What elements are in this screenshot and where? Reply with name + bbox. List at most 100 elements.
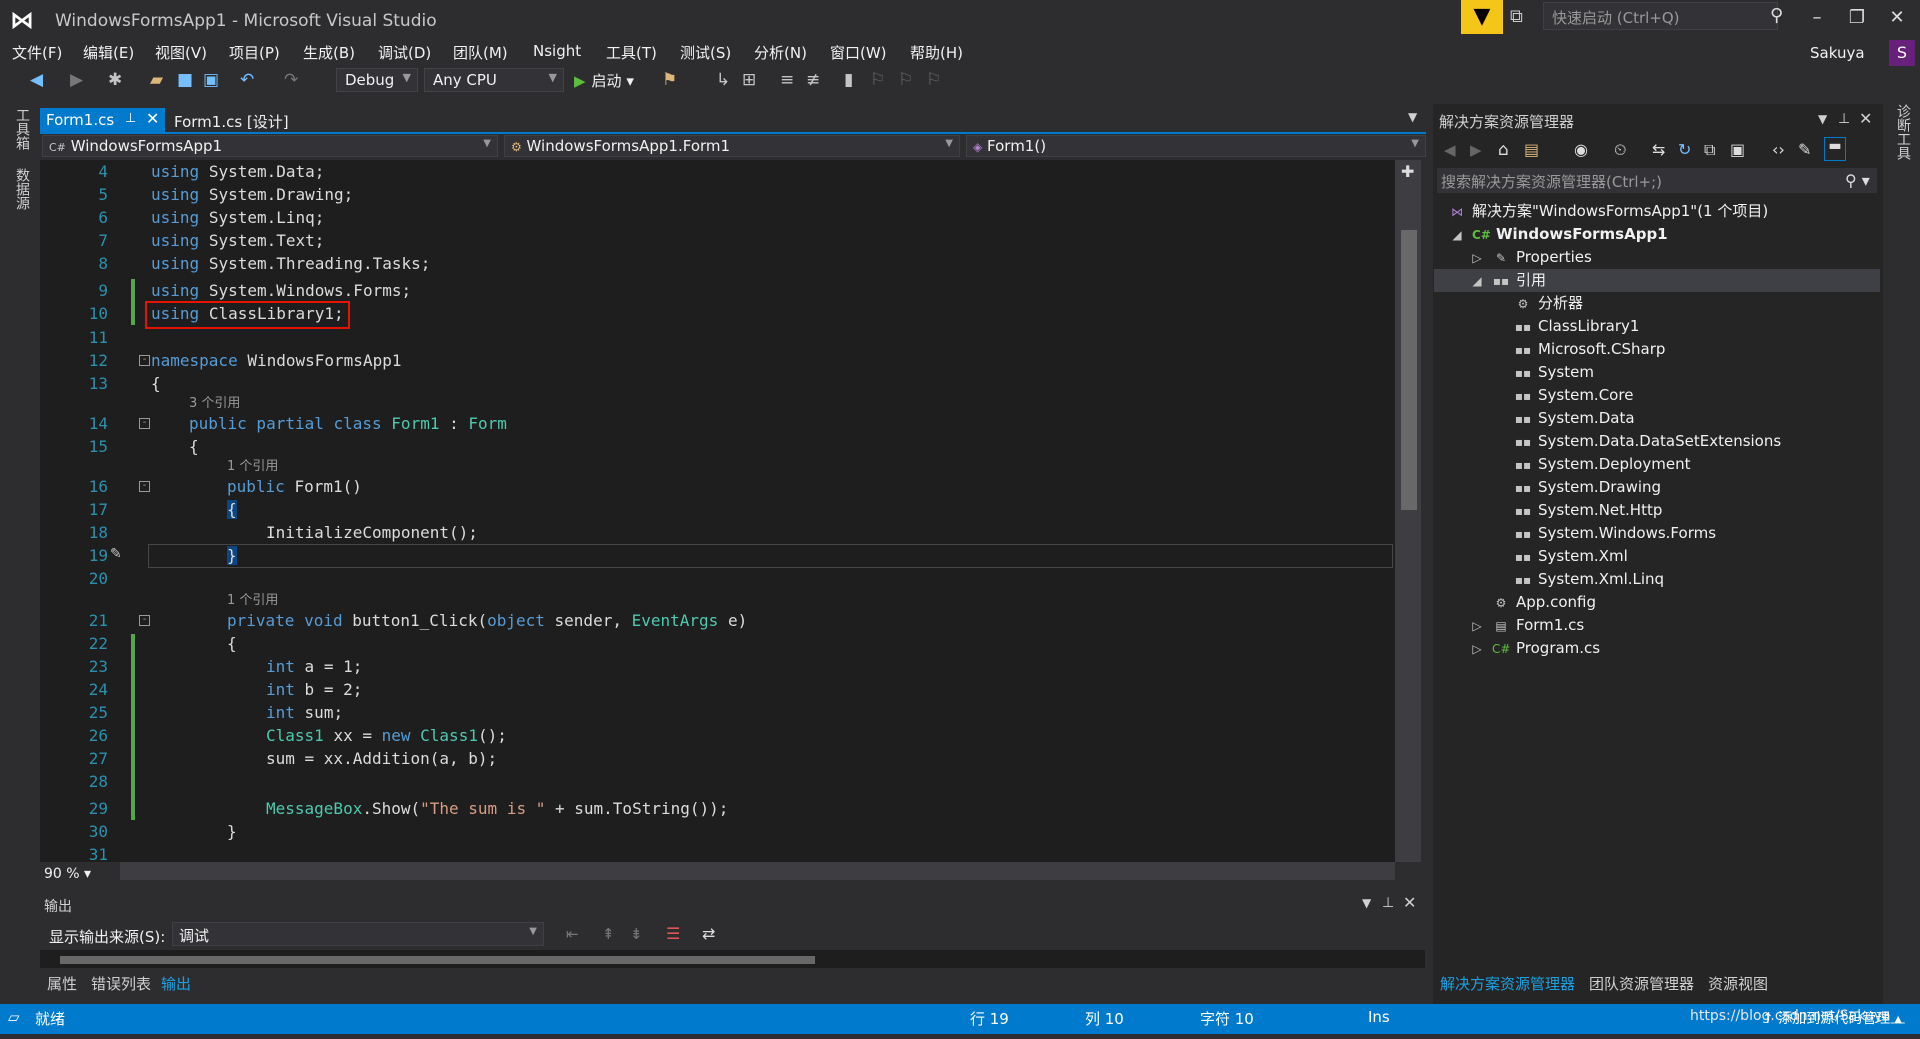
tree-reference-item[interactable]: ▪▪ System.Data.DataSetExtensions <box>1514 430 1781 453</box>
editor-horizontal-scrollbar[interactable] <box>120 862 1395 880</box>
member-nav-select[interactable]: ◈ Form1() ▼ <box>966 135 1426 157</box>
tree-reference-item[interactable]: ⚙ 分析器 <box>1514 292 1583 315</box>
scrollbar-thumb[interactable] <box>1401 230 1417 510</box>
close-icon[interactable]: ✕ <box>1403 893 1416 912</box>
properties-wrench-icon[interactable]: ✎ <box>1798 140 1811 159</box>
tree-reference-item[interactable]: ▪▪ System.Drawing <box>1514 476 1661 499</box>
code-line[interactable]: private void button1_Click(object sender… <box>227 609 747 632</box>
open-file-icon[interactable]: ▰ <box>150 70 163 90</box>
forward-icon[interactable]: ▶ <box>70 70 83 90</box>
code-line[interactable]: MessageBox.Show("The sum is " + sum.ToSt… <box>266 797 728 820</box>
zoom-level-select[interactable]: 90 % ▾ <box>44 866 91 882</box>
code-line[interactable]: using System.Threading.Tasks; <box>151 252 430 275</box>
save-all-icon[interactable]: ▣ <box>203 70 219 90</box>
restore-button[interactable]: ❐ <box>1837 4 1877 32</box>
solution-search-input[interactable]: 搜索解决方案资源管理器(Ctrl+;) <box>1437 168 1877 193</box>
start-debug-button[interactable]: ▶ 启动 ▾ <box>574 70 634 91</box>
tree-reference-item[interactable]: ▪▪ System.Data <box>1514 407 1635 430</box>
redo-icon[interactable]: ↷ <box>284 70 298 90</box>
tree-reference-item[interactable]: ▪▪ System.Xml.Linq <box>1514 568 1664 591</box>
comment-icon[interactable]: ≡ <box>780 70 794 90</box>
menu-window[interactable]: 窗口(W) <box>830 42 887 63</box>
tree-file[interactable]: ▷ C# Program.cs <box>1468 637 1600 660</box>
pending-changes-icon[interactable]: ◉ <box>1574 140 1588 159</box>
tab-resource-view[interactable]: 资源视图 <box>1708 973 1768 994</box>
feedback-icon[interactable]: ⧉ <box>1510 6 1523 27</box>
menu-help[interactable]: 帮助(H) <box>910 42 963 63</box>
tree-file[interactable]: ▷ ▤ Form1.cs <box>1468 614 1584 637</box>
word-wrap-icon[interactable]: ⇄ <box>702 924 715 943</box>
tab-properties[interactable]: 属性 <box>47 973 77 994</box>
output-source-select[interactable]: 调试 ▼ <box>172 922 544 946</box>
code-line[interactable]: sum = xx.Addition(a, b); <box>266 747 497 770</box>
code-line[interactable]: public Form1() <box>227 475 362 498</box>
code-line[interactable]: InitializeComponent(); <box>266 521 478 544</box>
tab-output[interactable]: 输出 <box>161 973 191 994</box>
split-editor-icon[interactable]: ✚ <box>1401 162 1414 181</box>
datasource-tab[interactable]: 数据源 <box>12 168 32 210</box>
collapse-icon[interactable]: - <box>139 355 150 366</box>
code-line[interactable]: using System.Windows.Forms; <box>151 279 411 302</box>
collapse-all-icon[interactable]: ⧉ <box>1704 140 1715 160</box>
tree-references[interactable]: ◢ ▪▪ 引用 <box>1468 269 1546 292</box>
tab-team-explorer[interactable]: 团队资源管理器 <box>1589 973 1694 994</box>
step-icon[interactable]: ↳ <box>716 70 730 90</box>
pin-icon[interactable]: ⊥ <box>1838 111 1850 127</box>
project-nav-select[interactable]: C# WindowsFormsApp1 ▼ <box>42 135 498 157</box>
forward-icon[interactable]: ▶ <box>1470 141 1482 159</box>
user-name[interactable]: Sakuya <box>1810 44 1865 62</box>
class-nav-select[interactable]: ⚙ WindowsFormsApp1.Form1 ▼ <box>504 135 960 157</box>
tree-reference-item[interactable]: ▪▪ System.Windows.Forms <box>1514 522 1716 545</box>
prev-bookmark-icon[interactable]: ⚐ <box>870 70 885 90</box>
quick-action-icon[interactable]: ✎ <box>110 546 122 562</box>
next-bookmark-icon[interactable]: ⚐ <box>898 70 913 90</box>
view-code-icon[interactable]: ‹› <box>1772 140 1785 159</box>
pin-icon[interactable]: ⊥ <box>1382 895 1394 911</box>
prev-message-icon[interactable]: ⇞ <box>602 925 615 943</box>
tab-error-list[interactable]: 错误列表 <box>91 973 151 994</box>
refresh-icon[interactable]: ↻ <box>1678 140 1691 159</box>
menu-project[interactable]: 项目(P) <box>229 42 280 63</box>
undo-icon[interactable]: ↶ <box>240 70 254 90</box>
code-line[interactable]: using System.Drawing; <box>151 183 353 206</box>
collapse-icon[interactable]: - <box>139 418 150 429</box>
search-icon[interactable]: ⚲ ▾ <box>1845 171 1870 190</box>
show-all-files-icon[interactable]: ▣ <box>1730 140 1745 159</box>
bookmark-icon[interactable]: ▮ <box>844 70 853 90</box>
pin-icon[interactable]: ⊥ <box>125 111 136 126</box>
code-line[interactable]: int b = 2; <box>266 678 362 701</box>
clear-bookmarks-icon[interactable]: ⚐ <box>926 70 941 90</box>
history-icon[interactable]: ⏲ <box>1614 140 1626 160</box>
menu-nsight[interactable]: Nsight <box>533 42 581 60</box>
browser-link-icon[interactable]: ⚑ <box>662 70 677 90</box>
tree-reference-item[interactable]: ▪▪ System.Deployment <box>1514 453 1691 476</box>
menu-edit[interactable]: 编辑(E) <box>83 42 134 63</box>
close-icon[interactable]: ✕ <box>146 109 159 128</box>
toolbox-tab[interactable]: 工具箱 <box>12 108 32 150</box>
codelens-references[interactable]: 1 个引用 <box>227 458 278 476</box>
tree-properties[interactable]: ▷ ✎ Properties <box>1468 246 1591 269</box>
code-line[interactable]: using System.Text; <box>151 229 324 252</box>
close-window-button[interactable]: ✕ <box>1877 4 1917 32</box>
tree-reference-item[interactable]: ▪▪ System.Net.Http <box>1514 499 1663 522</box>
collapse-icon[interactable]: - <box>139 481 150 492</box>
tab-form1-cs[interactable]: Form1.cs ⊥ ✕ <box>40 108 165 132</box>
panel-menu-icon[interactable]: ▼ <box>1818 112 1827 126</box>
menu-analyze[interactable]: 分析(N) <box>754 42 807 63</box>
tree-file[interactable]: ⚙ App.config <box>1492 591 1596 614</box>
minimize-button[interactable]: – <box>1797 4 1837 32</box>
tree-reference-item[interactable]: ▪▪ System.Xml <box>1514 545 1628 568</box>
code-line[interactable]: public partial class Form1 : Form <box>189 412 507 435</box>
tree-reference-item[interactable]: ▪▪ System <box>1514 361 1594 384</box>
tree-reference-item[interactable]: ▪▪ System.Core <box>1514 384 1634 407</box>
add-to-source-control-button[interactable]: ↑ 添加到源代码管理 ▴ <box>1762 1008 1902 1028</box>
tab-form1-designer[interactable]: Form1.cs [设计] <box>168 108 295 132</box>
code-line[interactable]: using System.Linq; <box>151 206 324 229</box>
home-icon[interactable]: ⌂ <box>1498 140 1509 160</box>
code-line[interactable]: } <box>227 820 237 843</box>
tree-solution[interactable]: ⋈ 解决方案"WindowsFormsApp1"(1 个项目) <box>1448 200 1768 223</box>
save-icon[interactable]: ■ <box>177 70 193 90</box>
next-message-icon[interactable]: ⇟ <box>630 925 643 943</box>
menu-team[interactable]: 团队(M) <box>453 42 508 63</box>
code-line[interactable]: } <box>227 544 237 567</box>
